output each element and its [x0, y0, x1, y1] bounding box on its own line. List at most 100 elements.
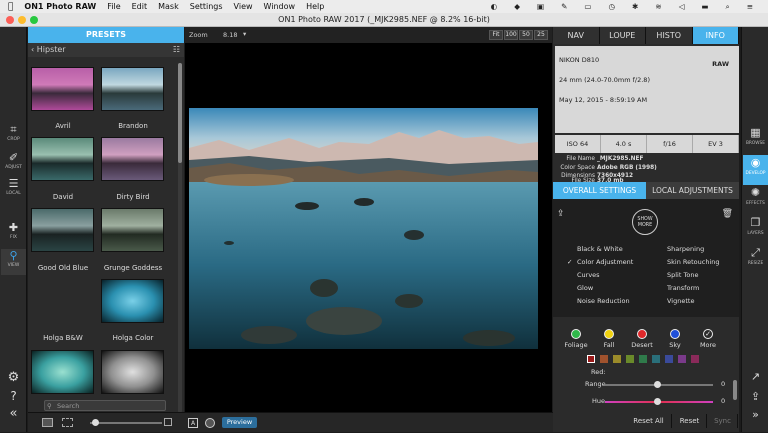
filter-curves[interactable]: Curves	[577, 271, 600, 279]
fall-dot[interactable]	[604, 329, 614, 339]
zoom-value[interactable]: 8.18	[223, 31, 237, 39]
status-icon[interactable]: ▭	[584, 2, 591, 11]
grid-view-icon[interactable]	[62, 418, 73, 427]
export-button[interactable]: ⇪	[743, 389, 768, 407]
swatch[interactable]	[665, 355, 673, 363]
module-layers[interactable]: ❐ LAYERS	[743, 215, 768, 245]
swatch[interactable]	[691, 355, 699, 363]
tab-local-adjustments[interactable]: LOCAL ADJUSTMENTS	[646, 182, 739, 199]
tab-histo[interactable]: HISTO	[646, 27, 693, 44]
filter-skin-retouching[interactable]: Skin Retouching	[667, 258, 720, 266]
desert-dot[interactable]	[637, 329, 647, 339]
module-effects[interactable]: ✺ EFFECTS	[743, 185, 768, 215]
swatch[interactable]	[678, 355, 686, 363]
zoom-100-button[interactable]: 100	[504, 30, 518, 40]
collapse-right-button[interactable]: »	[743, 407, 768, 425]
single-view-icon[interactable]	[42, 418, 53, 427]
preset-thumb-holga-bw[interactable]	[31, 279, 94, 323]
tab-overall-settings[interactable]: OVERALL SETTINGS	[553, 182, 646, 199]
preset-thumb-dirty-bird[interactable]	[101, 137, 164, 181]
zoom-window-button[interactable]	[30, 16, 38, 24]
menu-app-name[interactable]: ON1 Photo RAW	[24, 2, 96, 11]
tab-loupe[interactable]: LOUPE	[600, 27, 646, 44]
swatch[interactable]	[600, 355, 608, 363]
volume-icon[interactable]: ◁	[679, 2, 685, 11]
status-icon[interactable]: ◐	[491, 2, 498, 11]
foliage-dot[interactable]	[571, 329, 581, 339]
module-develop[interactable]: ◉ DEVELOP	[743, 155, 768, 185]
preset-thumb-brandon[interactable]	[101, 67, 164, 111]
filter-transform[interactable]: Transform	[667, 284, 699, 292]
thumb-size-knob[interactable]	[92, 419, 99, 426]
save-preset-icon[interactable]: ⇪	[557, 209, 565, 219]
reset-all-button[interactable]: Reset All	[626, 414, 672, 428]
menu-edit[interactable]: Edit	[132, 2, 148, 11]
more-colors-icon[interactable]: ✓	[703, 329, 713, 339]
minimize-window-button[interactable]	[18, 16, 26, 24]
preset-thumb-avril[interactable]	[31, 67, 94, 111]
share-button[interactable]: ↗	[743, 369, 768, 387]
filter-color-adjustment[interactable]: Color Adjustment	[577, 258, 633, 266]
show-more-button[interactable]: SHOW MORE	[632, 209, 658, 235]
tool-fix[interactable]: ✚ FIX	[1, 221, 26, 247]
swatch-red[interactable]	[587, 355, 595, 363]
filter-noise-reduction[interactable]: Noise Reduction	[577, 297, 630, 305]
zoom-dropdown-icon[interactable]: ▾	[243, 30, 246, 38]
range-value[interactable]: 0	[721, 380, 725, 388]
thumb-size-slider[interactable]	[90, 422, 162, 424]
compare-icon[interactable]	[205, 418, 215, 428]
battery-icon[interactable]: ▬	[701, 2, 708, 11]
menu-settings[interactable]: Settings	[190, 2, 223, 11]
preset-thumb[interactable]	[31, 350, 94, 394]
preset-thumb-good-old-blue[interactable]	[31, 208, 94, 252]
preview-button[interactable]: Preview	[222, 417, 257, 428]
swatch[interactable]	[652, 355, 660, 363]
filter-sharpening[interactable]: Sharpening	[667, 245, 704, 253]
sky-dot[interactable]	[670, 329, 680, 339]
wifi-icon[interactable]: ≋	[655, 2, 661, 11]
search-icon[interactable]: ⌕	[726, 2, 730, 12]
apple-icon[interactable]: 	[8, 2, 13, 12]
filter-vignette[interactable]: Vignette	[667, 297, 694, 305]
sync-button[interactable]: Sync	[708, 414, 738, 428]
swatch[interactable]	[639, 355, 647, 363]
right-panel-scrollbar[interactable]	[733, 380, 737, 400]
menu-window[interactable]: Window	[264, 2, 296, 11]
zoom-fit-button[interactable]: Fit	[489, 30, 503, 40]
filter-glow[interactable]: Glow	[577, 284, 593, 292]
range-knob[interactable]	[654, 381, 661, 388]
menu-help[interactable]: Help	[306, 2, 324, 11]
list-view-icon[interactable]: ☷	[173, 43, 180, 57]
menu-mask[interactable]: Mask	[158, 2, 179, 11]
preset-thumb-david[interactable]	[31, 137, 94, 181]
presets-scrollbar[interactable]	[178, 63, 182, 163]
swatch[interactable]	[626, 355, 634, 363]
menu-list-icon[interactable]: ≡	[747, 2, 753, 11]
preset-thumb-grunge-goddess[interactable]	[101, 208, 164, 252]
preset-category-back[interactable]: ‹ Hipster ☷	[28, 43, 184, 57]
tab-nav[interactable]: NAV	[553, 27, 600, 44]
main-photo[interactable]	[189, 108, 538, 349]
dropbox-icon[interactable]: ◆	[514, 2, 520, 11]
module-resize[interactable]: ⤢ RESIZE	[743, 245, 768, 275]
preset-search-input[interactable]: ⚲ Search	[44, 400, 166, 411]
module-browse[interactable]: ▦ BROWSE	[743, 125, 768, 155]
zoom-25-button[interactable]: 25	[534, 30, 548, 40]
trash-icon[interactable]: 🗑	[722, 209, 733, 219]
reset-button[interactable]: Reset	[673, 414, 707, 428]
status-icon[interactable]: ✎	[561, 2, 567, 11]
bluetooth-icon[interactable]: ✱	[632, 2, 638, 11]
menu-view[interactable]: View	[234, 2, 253, 11]
hue-value[interactable]: 0	[721, 397, 725, 405]
preset-thumb-holga-color[interactable]	[101, 279, 164, 323]
filter-split-tone[interactable]: Split Tone	[667, 271, 698, 279]
tab-info[interactable]: INFO	[692, 27, 739, 44]
menu-file[interactable]: File	[107, 2, 120, 11]
preset-thumb[interactable]	[101, 350, 164, 394]
status-icon[interactable]: ▣	[537, 2, 544, 11]
image-viewer[interactable]: Zoom 8.18 ▾ Fit 100 50 25	[185, 27, 552, 412]
zoom-50-button[interactable]: 50	[519, 30, 533, 40]
tool-adjust[interactable]: ✐ ADJUST	[1, 151, 26, 177]
collapse-left-button[interactable]: «	[1, 407, 26, 433]
filter-black-white[interactable]: Black & White	[577, 245, 623, 253]
